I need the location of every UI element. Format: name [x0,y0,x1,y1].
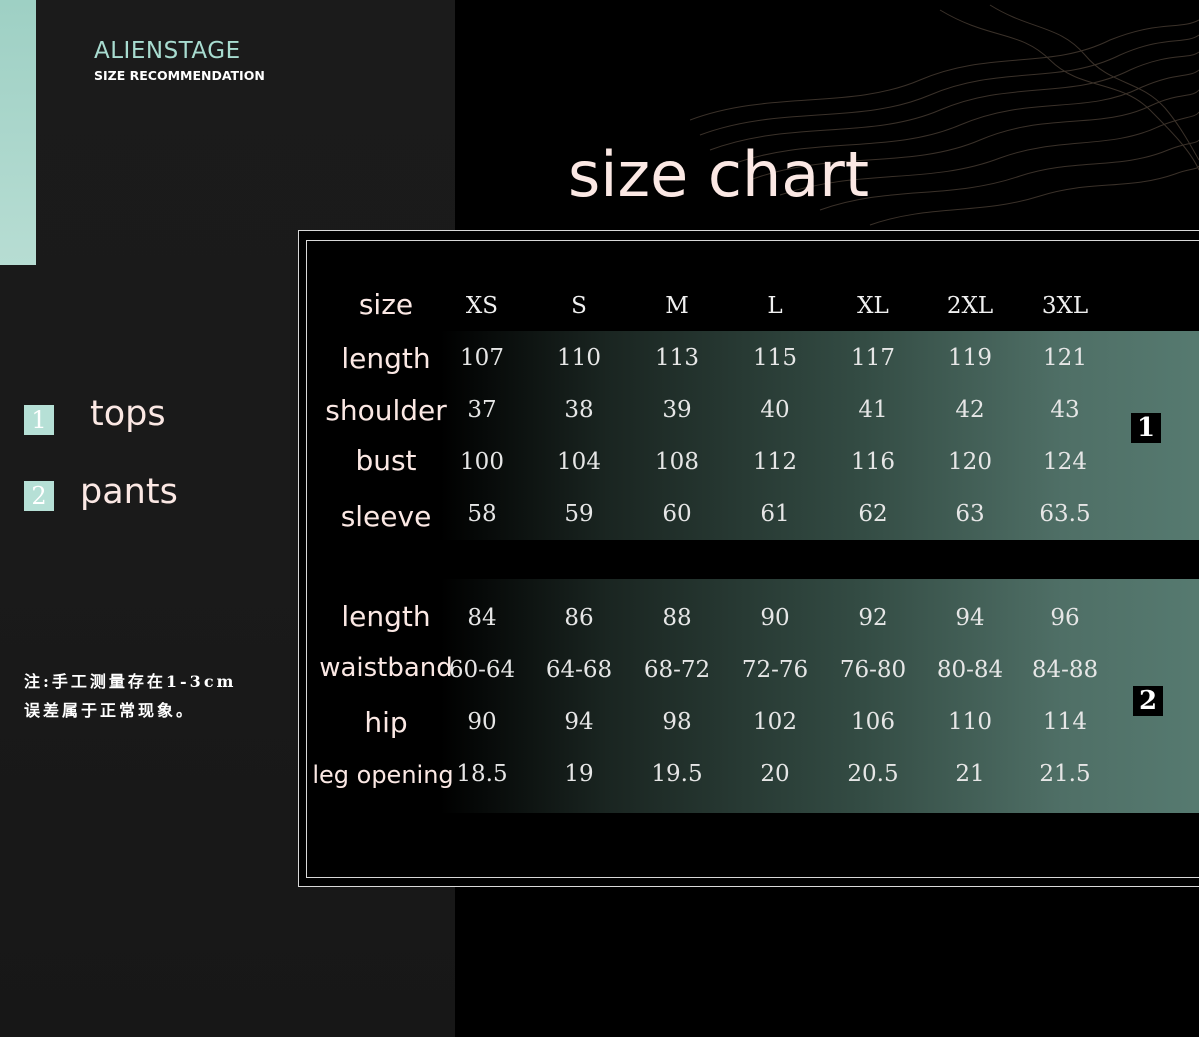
tops-cell: 38 [564,397,594,423]
pants-cell: 90 [760,605,790,631]
tops-cell: 120 [948,449,992,475]
tops-cell: 113 [655,345,699,371]
pants-cell: 20.5 [847,761,899,787]
section-badge-tops: 1 [1131,413,1161,443]
brand-name: ALIENSTAGE [94,38,241,64]
pants-cell: 94 [564,709,594,735]
tops-cell: 58 [467,501,497,527]
size-header-m: M [665,293,689,319]
pants-cell: 19 [564,761,594,787]
pants-cell: 76-80 [839,657,907,683]
section-badge-pants: 2 [1133,686,1163,716]
pants-cell: 96 [1050,605,1080,631]
pants-cell: 60-64 [448,657,516,683]
tops-cell: 59 [564,501,594,527]
size-header-xl: XL [857,293,889,319]
tops-cell: 100 [460,449,504,475]
brand-subtitle: SIZE RECOMMENDATION [94,68,265,83]
legend-badge-tops: 1 [24,405,54,435]
pants-cell: 88 [662,605,692,631]
tops-cell: 61 [760,501,790,527]
pants-cell: 90 [467,709,497,735]
pants-cell: 21 [955,761,985,787]
pants-cell: 20 [760,761,790,787]
pants-cell: 80-84 [936,657,1004,683]
accent-bar [0,0,36,265]
size-header-l: L [767,293,783,319]
note-line-1: 注:手工测量存在1-3cm [24,672,237,691]
legend-label-pants: pants [80,472,178,512]
tops-cell: 112 [753,449,797,475]
tops-cell: 37 [467,397,497,423]
legend-badge-pants: 2 [24,481,54,511]
tops-cell: 104 [557,449,601,475]
pants-cell: 110 [948,709,992,735]
tops-cell: 41 [858,397,888,423]
tops-cell: 110 [557,345,601,371]
tops-cell: 119 [948,345,992,371]
tops-cell: 121 [1043,345,1087,371]
pants-cell: 92 [858,605,888,631]
tops-cell: 63 [955,501,985,527]
tops-cell: 39 [662,397,692,423]
note-line-2: 误差属于正常现象。 [24,701,196,720]
pants-cell: 106 [851,709,895,735]
pants-cell: 64-68 [545,657,613,683]
pants-cell: 68-72 [643,657,711,683]
size-header-s: S [571,293,587,319]
pants-cell: 84-88 [1031,657,1099,683]
size-header-2xl: 2XL [946,293,994,319]
tops-cell: 42 [955,397,985,423]
pants-cell: 18.5 [456,761,508,787]
pants-cell: 102 [753,709,797,735]
tops-cell: 108 [655,449,699,475]
tops-cell: 40 [760,397,790,423]
tops-cell: 124 [1043,449,1087,475]
tops-cell: 115 [753,345,797,371]
legend-label-tops: tops [90,394,166,434]
tops-cell: 107 [460,345,504,371]
tops-cell: 116 [851,449,895,475]
size-header-xs: XS [465,293,499,319]
pants-cell: 84 [467,605,497,631]
pants-cell: 98 [662,709,692,735]
tops-cell: 60 [662,501,692,527]
pants-cell: 21.5 [1039,761,1091,787]
pants-cell: 19.5 [651,761,703,787]
size-header-3xl: 3XL [1041,293,1089,319]
page-title: size chart [568,138,870,211]
pants-cell: 94 [955,605,985,631]
tops-cell: 62 [858,501,888,527]
tops-cell: 63.5 [1039,501,1091,527]
pants-cell: 114 [1043,709,1087,735]
tops-cell: 117 [851,345,895,371]
tops-cell: 43 [1050,397,1080,423]
pants-cell: 72-76 [741,657,809,683]
pants-cell: 86 [564,605,594,631]
